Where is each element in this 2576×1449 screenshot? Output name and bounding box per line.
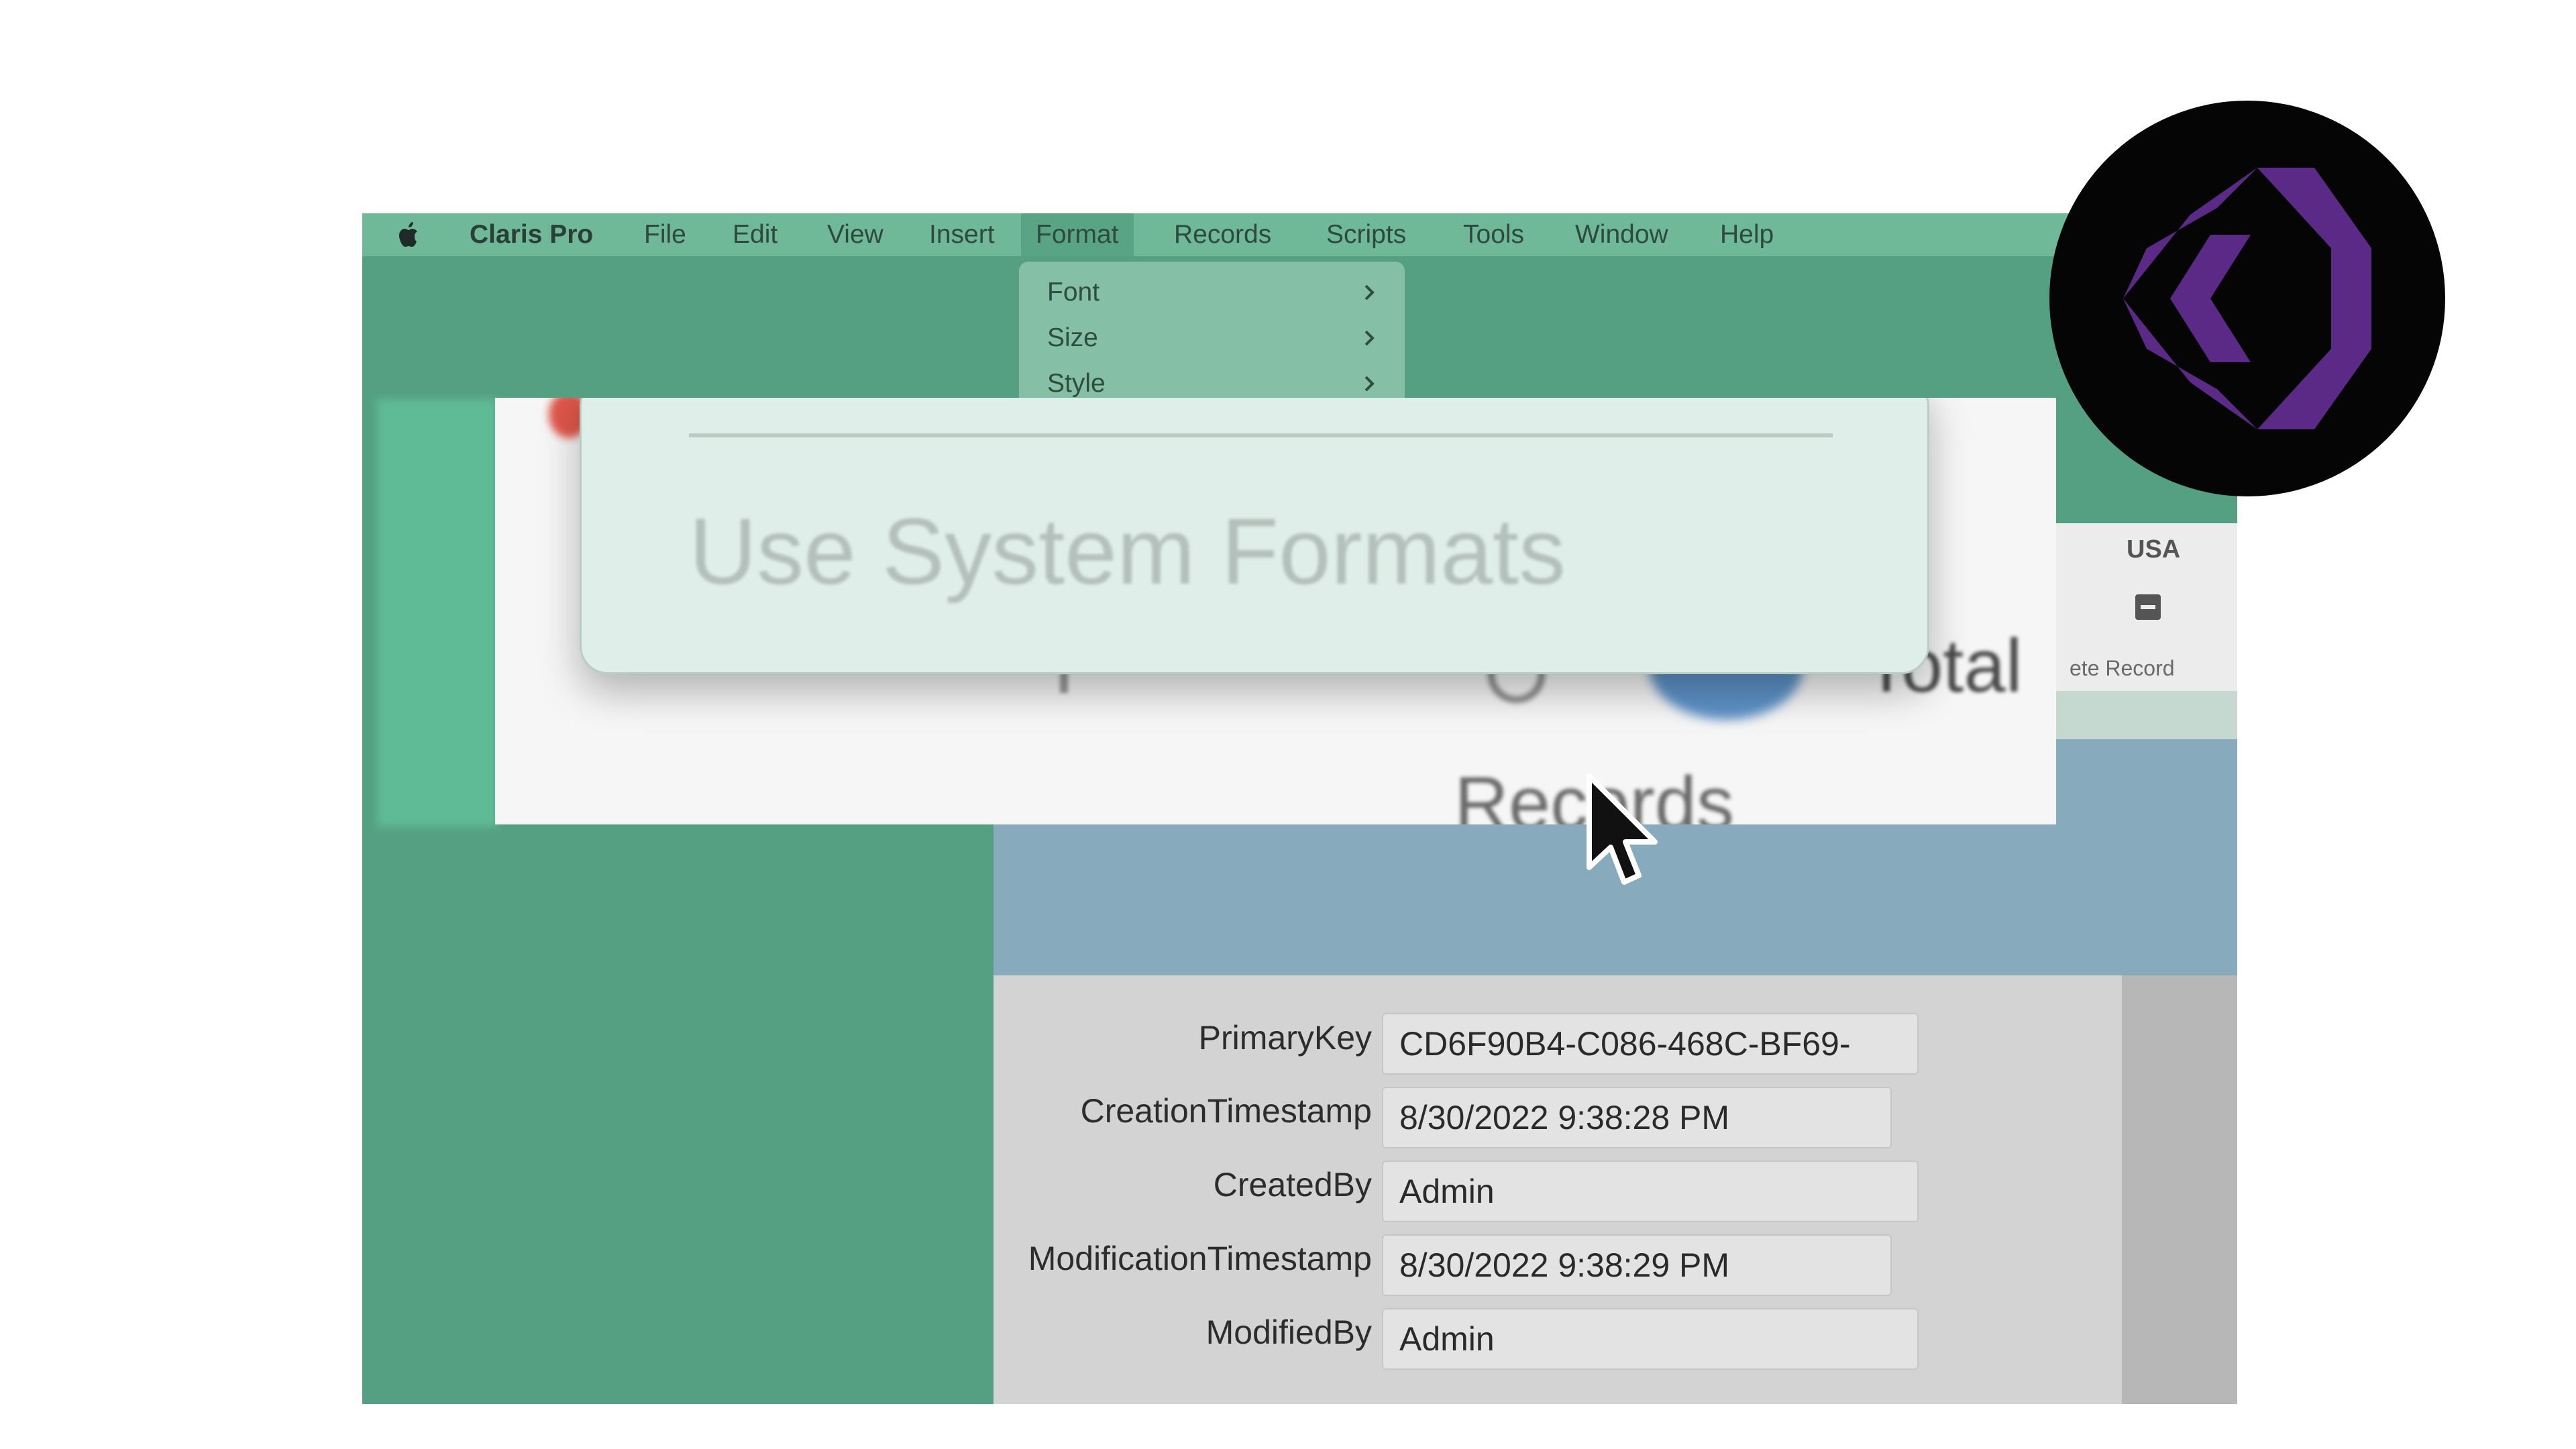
use-system-formats-item[interactable]: Use System Formats [689,497,1566,606]
field-label-createdby: CreatedBy [1213,1166,1372,1203]
menu-tools[interactable]: Tools [1463,213,1524,256]
minus-square-icon[interactable] [2135,594,2161,620]
menu-insert[interactable]: Insert [929,213,995,256]
menu-help[interactable]: Help [1720,213,1774,256]
field-label-primarykey: PrimaryKey [1198,1019,1372,1057]
menu-window[interactable]: Window [1575,213,1668,256]
chevron-right-icon [1364,284,1375,301]
chevron-right-icon [1364,376,1375,392]
dropdown-item-label: Font [1047,278,1100,307]
dropdown-item-size[interactable]: Size [1019,315,1405,361]
chevron-right-icon [1364,330,1375,346]
delete-record-label[interactable]: ete Record [2070,656,2175,681]
sidebar-strip [377,399,498,827]
menu-edit[interactable]: Edit [733,213,777,256]
menu-records[interactable]: Records [1174,213,1271,256]
zoom-callout: Total Records Use System Formats [495,398,2056,824]
menu-bar: Claris Pro File Edit View Insert Format … [362,213,2237,256]
apple-icon[interactable] [392,219,426,252]
zoomed-menu: Use System Formats [580,398,1929,674]
region-label: USA [2127,535,2181,564]
field-modifiedby[interactable]: Admin [1382,1308,1919,1370]
field-creationtimestamp[interactable]: 8/30/2022 9:38:28 PM [1382,1087,1892,1148]
claris-logo-icon [2049,101,2445,496]
toolbar-band [2056,691,2237,739]
canvas: Claris Pro File Edit View Insert Format … [0,0,2576,1449]
field-createdby[interactable]: Admin [1382,1161,1919,1222]
field-label-modificationtimestamp: ModificationTimestamp [1028,1240,1372,1277]
divider-mark [1060,673,1068,693]
dropdown-item-label: Size [1047,323,1098,352]
field-label-creationtimestamp: CreationTimestamp [1080,1092,1372,1130]
field-primarykey[interactable]: CD6F90B4-C086-468C-BF69- [1382,1013,1919,1075]
menu-app-name[interactable]: Claris Pro [470,213,593,256]
layout-side-panel [2122,975,2237,1404]
app-screen: Claris Pro File Edit View Insert Format … [362,213,2237,1404]
mouse-pointer-icon [1587,773,1658,885]
field-modificationtimestamp[interactable]: 8/30/2022 9:38:29 PM [1382,1234,1892,1296]
menu-scripts[interactable]: Scripts [1326,213,1406,256]
menu-view[interactable]: View [827,213,883,256]
menu-separator [689,433,1833,437]
menu-file[interactable]: File [644,213,686,256]
menu-format[interactable]: Format [1021,213,1134,256]
dropdown-item-font[interactable]: Font [1019,270,1405,315]
field-label-modifiedby: ModifiedBy [1205,1313,1372,1351]
